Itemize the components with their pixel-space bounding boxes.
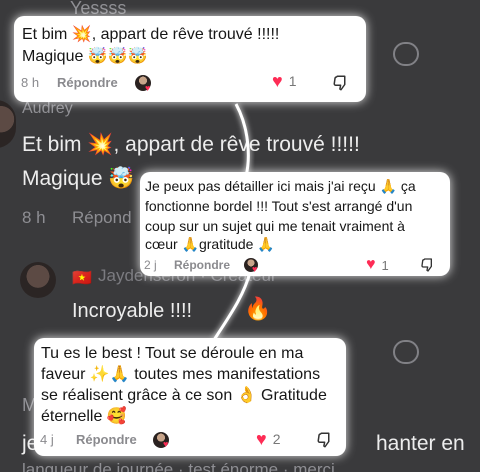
comment-card-3[interactable]: Tu es le best ! Tout se déroule en ma fa… bbox=[34, 338, 346, 456]
comment-3-line3: se réalisent grâce à ce son 👌 Gratitude bbox=[41, 387, 327, 404]
comment-1-meta: 8 h Répondre bbox=[21, 75, 118, 90]
comment-2-like-button[interactable]: ♥ 1 bbox=[366, 256, 389, 274]
creator-heart-icon-3: ♥ bbox=[163, 439, 169, 449]
creator-heart-icon: ♥ bbox=[145, 83, 151, 93]
heart-filled-icon-2: ♥ bbox=[366, 256, 376, 273]
comment-2-reply-button[interactable]: Répondre bbox=[174, 258, 230, 272]
comment-2-line2: fonctionne bordel !!! Tout s'est arrangé… bbox=[145, 198, 413, 214]
comment-1-like-count: 1 bbox=[288, 73, 297, 89]
comment-2-line4: cœur 🙏gratitude 🙏 bbox=[145, 236, 275, 252]
heart-filled-icon: ♥ bbox=[272, 71, 283, 91]
thumbs-down-icon-2[interactable] bbox=[420, 257, 436, 273]
heart-filled-icon-3: ♥ bbox=[256, 429, 267, 449]
comment-2-like-count: 1 bbox=[381, 257, 389, 273]
comment-3-like-count: 2 bbox=[272, 431, 281, 447]
comment-1-line2: Magique 🤯🤯🤯 bbox=[22, 48, 148, 65]
comment-1-time: 8 h bbox=[21, 75, 40, 90]
comment-2-meta: 2 j Répondre bbox=[144, 258, 230, 272]
comment-1-reply-button[interactable]: Répondre bbox=[57, 75, 118, 90]
creator-heart-icon-2: ♥ bbox=[252, 264, 258, 274]
comment-3-like-button[interactable]: ♥ 2 bbox=[256, 430, 280, 448]
comment-3-meta: 4 j Répondre bbox=[40, 432, 137, 447]
comment-2-line3: coup sur un sujet qui me tenait vraiment… bbox=[145, 218, 405, 234]
comment-1-line1: Et bim 💥, appart de rêve trouvé !!!!! bbox=[22, 26, 280, 43]
comment-2-line1: Je peux pas détailler ici mais j'ai reçu… bbox=[145, 178, 416, 194]
comment-3-reply-button[interactable]: Répondre bbox=[76, 432, 137, 447]
comment-3-line2: faveur ✨🙏 toutes mes manifestations bbox=[41, 366, 321, 383]
comment-card-1[interactable]: Et bim 💥, appart de rêve trouvé !!!!! Ma… bbox=[14, 16, 366, 102]
comment-2-time: 2 j bbox=[144, 258, 157, 272]
thumbs-down-icon-3[interactable] bbox=[316, 431, 334, 449]
comment-1-like-button[interactable]: ♥ 1 bbox=[272, 72, 296, 90]
comment-card-2[interactable]: Je peux pas détailler ici mais j'ai reçu… bbox=[140, 172, 450, 276]
comment-3-line4: éternelle 🥰 bbox=[41, 408, 127, 425]
comment-3-line1: Tu es le best ! Tout se déroule en ma bbox=[41, 345, 304, 362]
thumbs-down-icon[interactable] bbox=[332, 74, 350, 92]
comment-3-time: 4 j bbox=[40, 432, 54, 447]
